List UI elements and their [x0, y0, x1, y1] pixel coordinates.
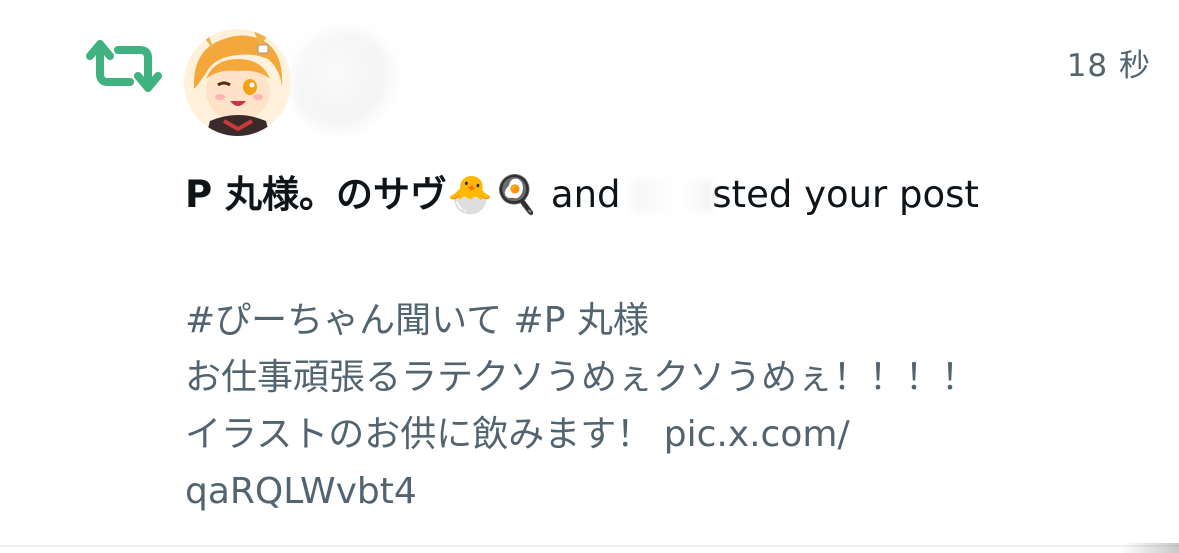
avatar-secondary[interactable]	[291, 29, 398, 136]
timestamp[interactable]: 18 秒	[1067, 40, 1151, 85]
notification-headline: P 丸様。のサヴ🐣🍳 and sted your post	[185, 168, 1115, 222]
avatar-illustration	[184, 29, 291, 136]
scroll-edge	[1119, 543, 1179, 553]
retweet-icon	[86, 40, 162, 92]
connector-text: and	[539, 173, 633, 216]
action-text: sted your post	[712, 173, 979, 216]
post-hashtags[interactable]: #ぴーちゃん聞いて #P 丸様	[185, 292, 1145, 349]
redacted-name	[632, 179, 713, 213]
post-line: イラストのお供に飲みます！ pic.x.com/	[185, 414, 850, 455]
post-preview[interactable]: #ぴーちゃん聞いて #P 丸様 お仕事頑張るラテクソうめぇクソうめぇ！！！！ イ…	[185, 292, 1145, 520]
divider	[0, 545, 1179, 547]
actor-name[interactable]: P 丸様。のサヴ🐣🍳	[185, 173, 539, 216]
post-link[interactable]: qaRQLWvbt4	[185, 463, 1145, 520]
avatar[interactable]	[184, 29, 291, 136]
post-line: お仕事頑張るラテクソうめぇクソうめぇ！！！！	[185, 357, 978, 398]
notification-item[interactable]: 18 秒 P 丸様。のサヴ🐣🍳 and sted your post #ぴーちゃ…	[0, 0, 1179, 553]
